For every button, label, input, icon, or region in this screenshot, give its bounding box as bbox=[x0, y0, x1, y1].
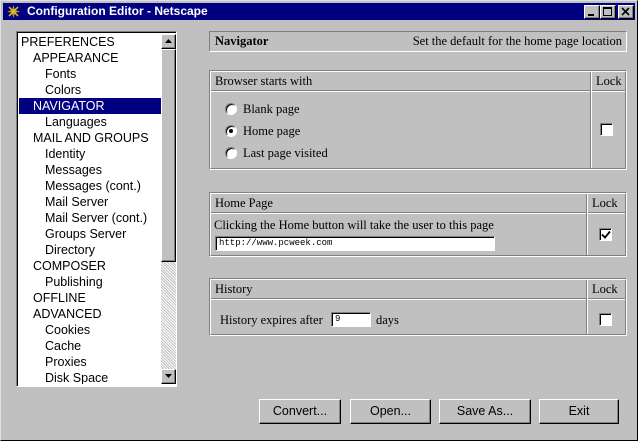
tree-item-label: Colors bbox=[45, 83, 82, 97]
arrow-down-icon bbox=[165, 374, 172, 378]
tree-item-label: Proxies bbox=[45, 355, 87, 369]
tree-item-label: Mail Server (cont.) bbox=[45, 211, 148, 225]
tree-item[interactable]: Disk Space bbox=[19, 370, 161, 384]
history-label-after: days bbox=[376, 313, 399, 327]
minimize-icon bbox=[588, 14, 594, 16]
home-page-url-input[interactable]: http://www.pcweek.com bbox=[215, 236, 495, 251]
tree-item[interactable]: Languages bbox=[19, 114, 161, 130]
tree-item-label: MAIL AND GROUPS bbox=[33, 131, 149, 145]
tree-item-label: Publishing bbox=[45, 275, 103, 289]
history-panel: History Lock History expires after 9 day… bbox=[209, 278, 627, 336]
history-lock-checkbox[interactable] bbox=[599, 313, 612, 326]
history-heading: History bbox=[215, 282, 253, 296]
section-description: Set the default for the home page locati… bbox=[412, 34, 622, 48]
tree-item[interactable]: PREFERENCES bbox=[19, 34, 161, 50]
preferences-tree[interactable]: PREFERENCES APPEARANCE Fonts Colors NAVIGATO… bbox=[16, 31, 177, 387]
browser-starts-heading: Browser starts with bbox=[215, 74, 313, 88]
home-page-description: Clicking the Home button will take the u… bbox=[214, 218, 494, 232]
title-bar[interactable]: Configuration Editor - Netscape bbox=[3, 3, 635, 20]
maximize-button[interactable] bbox=[600, 5, 616, 19]
tree-item-label: Messages (cont.) bbox=[45, 179, 141, 193]
history-label-before: History expires after bbox=[220, 313, 323, 327]
browser-starts-panel: Browser starts with Lock Blank page Home… bbox=[209, 70, 627, 170]
netscape-app-icon[interactable] bbox=[6, 4, 21, 19]
arrow-up-icon bbox=[165, 39, 172, 43]
tree-item[interactable]: Cache bbox=[19, 338, 161, 354]
radio-label: Home page bbox=[243, 124, 301, 138]
tree-item[interactable]: OFFLINE bbox=[19, 290, 161, 306]
tree-item-label: Groups Server bbox=[45, 227, 127, 241]
browser-starts-lock-heading: Lock bbox=[596, 74, 622, 88]
section-title: Navigator bbox=[215, 34, 269, 48]
tree-item[interactable]: ADVANCED bbox=[19, 306, 161, 322]
tree-item-label: Cookies bbox=[45, 323, 91, 337]
tree-item-label: Messages bbox=[45, 163, 102, 177]
radio-button-checked[interactable] bbox=[225, 125, 237, 137]
scroll-thumb[interactable] bbox=[161, 49, 176, 262]
tree-item[interactable]: Publishing bbox=[19, 274, 161, 290]
home-page-lock-checkbox[interactable] bbox=[599, 228, 612, 241]
browser-starts-lock-checkbox[interactable] bbox=[600, 123, 613, 136]
tree-item-label: COMPOSER bbox=[33, 259, 106, 273]
tree-item-label: PREFERENCES bbox=[21, 35, 115, 49]
tree-item[interactable]: Directory bbox=[19, 242, 161, 258]
section-header: Navigator Set the default for the home p… bbox=[209, 31, 627, 52]
tree-scrollbar[interactable] bbox=[161, 34, 176, 384]
home-page-panel: Home Page Lock Clicking the Home button … bbox=[209, 192, 627, 257]
home-page-heading: Home Page bbox=[215, 196, 273, 210]
history-lock-heading: Lock bbox=[592, 282, 618, 296]
tree-item-label: Identity bbox=[45, 147, 86, 161]
tree-item-label: Directory bbox=[45, 243, 96, 257]
tree-item[interactable]: Mail Server bbox=[19, 194, 161, 210]
radio-label: Blank page bbox=[243, 102, 300, 116]
tree-item-label: OFFLINE bbox=[33, 291, 86, 305]
tree-list: PREFERENCES APPEARANCE Fonts Colors NAVIGATO… bbox=[19, 34, 161, 384]
tree-item[interactable]: Messages bbox=[19, 162, 161, 178]
tree-item[interactable]: Fonts bbox=[19, 66, 161, 82]
checkmark-icon bbox=[601, 230, 611, 239]
tree-item[interactable]: NAVIGATOR bbox=[19, 98, 161, 114]
tree-item-label: APPEARANCE bbox=[33, 51, 119, 65]
tree-item[interactable]: APPEARANCE bbox=[19, 50, 161, 66]
maximize-icon bbox=[603, 7, 612, 16]
home-page-lock-heading: Lock bbox=[592, 196, 618, 210]
tree-item-label: ADVANCED bbox=[33, 307, 102, 321]
tree-item-label: Disk Space bbox=[45, 371, 109, 384]
exit-button[interactable]: Exit bbox=[539, 399, 619, 424]
save-as-button[interactable]: Save As... bbox=[439, 399, 531, 424]
open-button[interactable]: Open... bbox=[350, 399, 431, 424]
window-title: Configuration Editor - Netscape bbox=[27, 4, 208, 18]
minimize-button[interactable] bbox=[584, 5, 600, 19]
scroll-down-button[interactable] bbox=[161, 369, 176, 384]
tree-item-label: Fonts bbox=[45, 67, 77, 81]
tree-item-label: Cache bbox=[45, 339, 82, 353]
tree-item[interactable]: COMPOSER bbox=[19, 258, 161, 274]
tree-item[interactable]: Proxies bbox=[19, 354, 161, 370]
close-icon bbox=[621, 7, 630, 16]
tree-item[interactable]: Messages (cont.) bbox=[19, 178, 161, 194]
tree-item[interactable]: Identity bbox=[19, 146, 161, 162]
tree-item[interactable]: Groups Server bbox=[19, 226, 161, 242]
tree-item[interactable]: Colors bbox=[19, 82, 161, 98]
tree-item-label: Mail Server bbox=[45, 195, 109, 209]
radio-label: Last page visited bbox=[243, 146, 328, 160]
radio-button[interactable] bbox=[225, 147, 237, 159]
tree-item[interactable]: MAIL AND GROUPS bbox=[19, 130, 161, 146]
convert-button[interactable]: Convert... bbox=[259, 399, 341, 424]
tree-item[interactable]: Mail Server (cont.) bbox=[19, 210, 161, 226]
scroll-up-button[interactable] bbox=[161, 34, 176, 49]
tree-item-label: NAVIGATOR bbox=[33, 99, 105, 113]
configuration-editor-window: Configuration Editor - Netscape PREFEREN… bbox=[0, 0, 638, 441]
close-button[interactable] bbox=[618, 5, 634, 19]
tree-item-label: Languages bbox=[45, 115, 107, 129]
history-days-input[interactable]: 9 bbox=[331, 312, 371, 327]
tree-item[interactable]: Cookies bbox=[19, 322, 161, 338]
radio-button[interactable] bbox=[225, 103, 237, 115]
